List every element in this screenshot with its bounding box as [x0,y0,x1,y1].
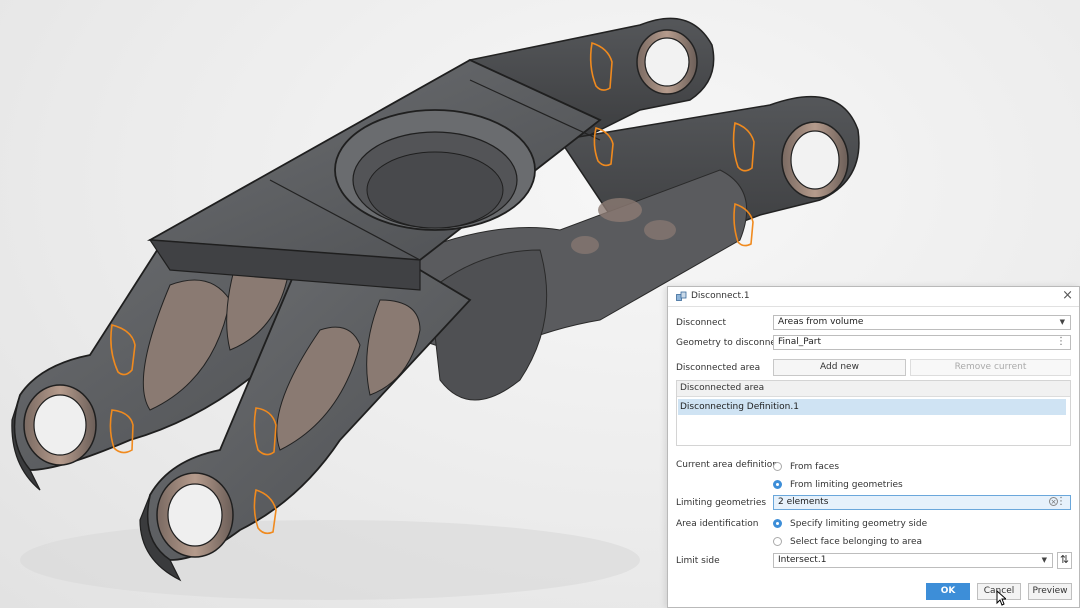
swap-direction-icon[interactable]: ⇅ [1057,552,1072,569]
disconnect-tool-icon [676,291,687,301]
chevron-down-icon: ▼ [1041,556,1047,564]
disconnect-label: Disconnect [676,318,726,328]
close-icon[interactable]: × [1062,288,1073,303]
specify-side-label: Specify limiting geometry side [790,519,928,529]
remove-current-button[interactable]: Remove current [910,359,1071,376]
limiting-label: Limiting geometries [676,498,767,508]
specify-side-radio[interactable] [773,519,782,528]
from-limiting-label: From limiting geometries [790,480,903,490]
list-header: Disconnected area [677,381,1070,397]
disconnected-area-list[interactable]: Disconnected area Disconnecting Definiti… [676,380,1071,446]
list-item[interactable]: Disconnecting Definition.1 [678,399,1066,415]
disconnect-value: Areas from volume [778,317,864,327]
geometry-value: Final_Part [778,337,822,347]
ok-button[interactable]: OK [926,583,970,600]
mouse-pointer-icon [996,590,1006,606]
dialog-title: Disconnect.1 [691,291,750,301]
dialog-titlebar[interactable]: Disconnect.1 × [668,287,1079,307]
area-id-label: Area identification [676,519,759,529]
disconnect-dialog: Disconnect.1 × Disconnect Areas from vol… [667,286,1080,608]
add-new-button[interactable]: Add new [773,359,906,376]
limit-side-value: Intersect.1 [778,555,827,565]
chevron-down-icon: ▼ [1059,318,1065,326]
limit-side-dropdown[interactable]: Intersect.1 ▼ [773,553,1053,568]
limiting-geometries-field[interactable]: 2 elements × ⋮ [773,495,1071,510]
from-faces-label: From faces [790,462,840,472]
preview-button[interactable]: Preview [1028,583,1072,600]
disconnect-dropdown[interactable]: Areas from volume ▼ [773,315,1071,330]
geometry-field[interactable]: Final_Part ⋮ [773,335,1071,350]
disconnected-area-label: Disconnected area [676,363,761,373]
select-face-radio[interactable] [773,537,782,546]
geometry-label: Geometry to disconnect [676,338,785,348]
limit-side-label: Limit side [676,556,720,566]
more-vertical-icon[interactable]: ⋮ [1056,336,1066,348]
more-vertical-icon[interactable]: ⋮ [1056,496,1066,508]
from-limiting-radio[interactable] [773,480,782,489]
current-area-label: Current area definition [676,460,778,470]
from-faces-radio[interactable] [773,462,782,471]
select-face-label: Select face belonging to area [790,537,923,547]
limiting-value: 2 elements [778,497,829,507]
